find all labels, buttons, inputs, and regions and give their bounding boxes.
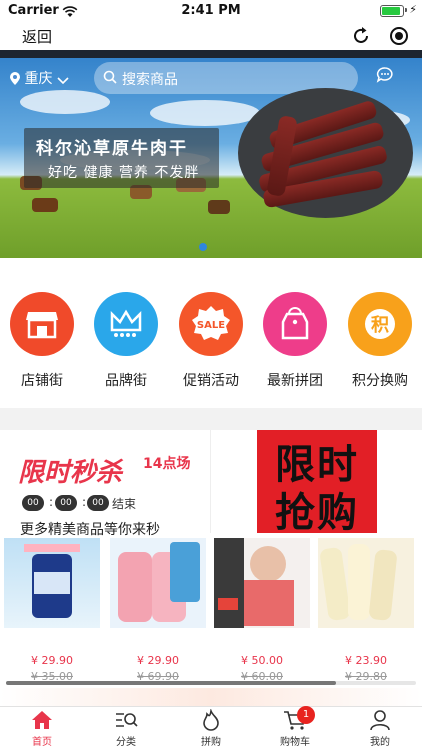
product-image <box>318 538 414 628</box>
countdown-hours: 00 <box>22 495 44 511</box>
tab-group-buy[interactable]: 拼购 <box>169 708 253 748</box>
product-card[interactable]: ¥ 23.90 ¥ 29.80 <box>318 538 414 683</box>
flash-sale-session: 14点场 <box>143 456 191 472</box>
section-divider <box>0 408 422 430</box>
countdown-suffix: 结束 <box>112 497 137 511</box>
product-image <box>214 538 310 628</box>
bottom-promo-strip <box>0 688 422 706</box>
location-label: 重庆 <box>24 71 53 87</box>
tab-label: 拼购 <box>201 737 221 748</box>
cow-image <box>32 198 58 212</box>
carousel-dot-active[interactable] <box>199 243 207 251</box>
product-price: ¥ 29.90 <box>31 654 73 667</box>
cow-image <box>208 200 230 214</box>
vertical-divider <box>210 430 211 533</box>
crown-icon <box>94 292 158 356</box>
category-points-exchange[interactable]: 积 积分换购 <box>338 292 422 390</box>
clock: 2:41 PM <box>181 3 241 18</box>
charging-icon: ⚡ <box>409 3 417 16</box>
refresh-icon[interactable] <box>350 25 372 47</box>
tab-category[interactable]: 分类 <box>84 709 168 748</box>
status-bar: Carrier 2:41 PM ⚡ <box>0 0 422 22</box>
tab-label: 购物车 <box>280 737 310 748</box>
product-image <box>4 538 100 628</box>
nav-bar: 返回 <box>0 22 422 50</box>
product-image <box>110 538 206 628</box>
countdown-colon: : <box>49 495 54 509</box>
profile-icon <box>368 709 392 731</box>
svg-text:SALE: SALE <box>197 320 225 331</box>
store-icon <box>10 292 74 356</box>
countdown-colon: : <box>82 495 87 509</box>
category-store-street[interactable]: 店铺街 <box>0 292 84 390</box>
category-label: 店铺街 <box>21 373 63 389</box>
category-brand-street[interactable]: 品牌街 <box>84 292 168 390</box>
promo-subtitle: 好吃 健康 营养 不发胖 <box>48 165 200 181</box>
home-icon <box>30 709 54 731</box>
promo-banner[interactable]: 重庆 搜索商品 科尔沁草原牛肉干 好吃 健康 营养 不发胖 <box>0 50 422 258</box>
product-card[interactable]: ¥ 50.00 ¥ 60.00 <box>214 538 310 683</box>
category-label: 品牌街 <box>105 373 147 389</box>
chevron-down-icon <box>57 77 69 85</box>
product-card[interactable]: ¥ 29.90 ¥ 69.90 <box>110 538 206 683</box>
tab-profile[interactable]: 我的 <box>338 709 422 748</box>
tab-home[interactable]: 首页 <box>0 709 84 748</box>
category-label: 积分换购 <box>352 373 408 389</box>
countdown-seconds: 00 <box>87 495 109 511</box>
points-icon-text: 积 <box>371 315 389 336</box>
tag-icon <box>263 292 327 356</box>
tab-label: 我的 <box>370 737 390 748</box>
product-card[interactable]: ¥ 29.90 ¥ 35.00 <box>4 538 100 683</box>
search-placeholder: 搜索商品 <box>122 72 178 88</box>
product-price: ¥ 50.00 <box>241 654 283 667</box>
tab-cart[interactable]: 1 购物车 <box>253 706 337 748</box>
location-selector[interactable]: 重庆 <box>10 68 69 88</box>
message-icon[interactable] <box>376 66 394 88</box>
horizontal-scrollbar[interactable] <box>6 681 416 685</box>
search-icon <box>103 70 117 84</box>
back-button[interactable]: 返回 <box>22 26 52 47</box>
record-icon[interactable] <box>388 25 410 47</box>
category-label: 促销活动 <box>183 373 239 389</box>
beef-jerky-image <box>238 88 413 218</box>
promo-title: 科尔沁草原牛肉干 <box>36 139 188 159</box>
location-pin-icon <box>10 72 20 85</box>
points-icon: 积 <box>348 292 412 356</box>
battery-icon <box>380 5 404 17</box>
category-promotions[interactable]: SALE 促销活动 <box>169 292 253 390</box>
tab-label: 首页 <box>32 737 52 748</box>
tab-bar: 首页 分类 拼购 1 购物车 我的 <box>0 706 422 751</box>
tab-label: 分类 <box>116 737 136 748</box>
product-price: ¥ 29.90 <box>137 654 179 667</box>
battery-tip <box>405 8 407 12</box>
category-icon <box>114 709 138 731</box>
limited-time-banner-line2: 抢购 <box>275 490 359 536</box>
flash-sale-title: 限时秒杀 <box>18 458 123 488</box>
fire-icon <box>199 708 223 731</box>
cart-badge: 1 <box>297 706 315 724</box>
countdown-minutes: 00 <box>55 495 77 511</box>
sale-icon: SALE <box>179 292 243 356</box>
product-price: ¥ 23.90 <box>345 654 387 667</box>
flash-sale-more-link[interactable]: 更多精美商品等你来秒 <box>20 519 160 539</box>
cart-icon: 1 <box>283 706 315 731</box>
category-group-buy[interactable]: 最新拼团 <box>253 292 337 390</box>
category-label: 最新拼团 <box>267 373 323 389</box>
limited-time-banner[interactable]: 限时 抢购 <box>257 430 377 536</box>
